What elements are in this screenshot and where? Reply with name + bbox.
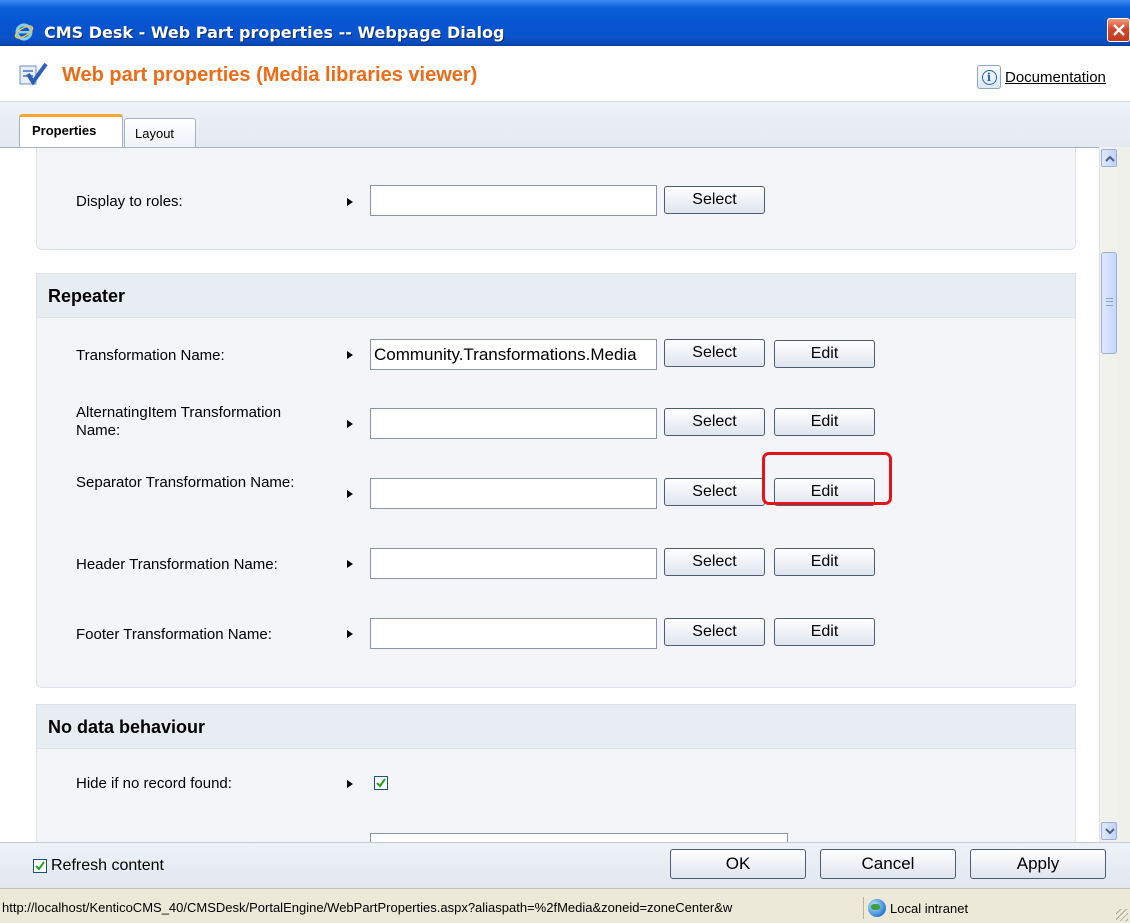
checkmark-icon bbox=[35, 861, 45, 871]
hide-if-no-record-label: Hide if no record found: bbox=[76, 775, 232, 792]
dialog-header: Web part properties (Media libraries vie… bbox=[0, 46, 1130, 102]
separator-transformation-select-button[interactable]: Select bbox=[664, 478, 765, 506]
tab-properties[interactable]: Properties bbox=[19, 114, 123, 148]
properties-content: Display to roles: Select Repeater Transf… bbox=[0, 147, 1099, 842]
chevron-up-icon bbox=[1105, 155, 1115, 162]
security-zone: Local intranet bbox=[868, 897, 968, 919]
close-button[interactable] bbox=[1107, 18, 1130, 42]
header-transformation-select-button[interactable]: Select bbox=[664, 548, 765, 576]
partial-field-input[interactable] bbox=[370, 833, 788, 842]
ok-button[interactable]: OK bbox=[670, 849, 806, 879]
scroll-down-button[interactable] bbox=[1101, 822, 1117, 840]
property-arrow-icon bbox=[347, 560, 353, 568]
documentation-link[interactable]: i Documentation bbox=[977, 65, 1106, 89]
scroll-up-button[interactable] bbox=[1101, 149, 1117, 167]
documentation-label: Documentation bbox=[1005, 68, 1106, 86]
separator-transformation-input[interactable] bbox=[370, 478, 657, 509]
no-data-heading: No data behaviour bbox=[37, 705, 1075, 749]
edit-button-highlight bbox=[762, 452, 892, 505]
alternating-transformation-input[interactable] bbox=[370, 408, 657, 439]
repeater-panel: Repeater Transformation Name: Community.… bbox=[36, 273, 1076, 688]
display-to-roles-select-button[interactable]: Select bbox=[664, 186, 765, 214]
footer-transformation-select-button[interactable]: Select bbox=[664, 618, 765, 646]
dialog-footer: Refresh content OK Cancel Apply bbox=[0, 842, 1130, 888]
header-transformation-label: Header Transformation Name: bbox=[76, 556, 278, 573]
scroll-thumb[interactable] bbox=[1101, 252, 1117, 354]
property-arrow-icon bbox=[347, 780, 353, 788]
page-title: Web part properties (Media libraries vie… bbox=[62, 64, 478, 86]
alternating-transformation-select-button[interactable]: Select bbox=[664, 408, 765, 436]
tab-layout[interactable]: Layout bbox=[124, 118, 196, 148]
status-bar: http://localhost/KenticoCMS_40/CMSDesk/P… bbox=[0, 888, 1130, 923]
chevron-down-icon bbox=[1105, 828, 1115, 835]
web-part-properties-icon bbox=[19, 62, 48, 86]
footer-transformation-input[interactable] bbox=[370, 618, 657, 649]
internet-explorer-icon bbox=[14, 23, 34, 41]
display-to-roles-label: Display to roles: bbox=[76, 193, 183, 210]
window-edge bbox=[1117, 147, 1130, 842]
refresh-content-label: Refresh content bbox=[51, 857, 164, 874]
tab-bar: Properties Layout bbox=[0, 102, 1130, 148]
globe-icon bbox=[868, 899, 886, 917]
transformation-name-label: Transformation Name: bbox=[76, 347, 225, 364]
property-arrow-icon bbox=[347, 420, 353, 428]
property-arrow-icon bbox=[347, 490, 353, 498]
checkmark-icon bbox=[376, 778, 386, 788]
hide-if-no-record-checkbox[interactable] bbox=[374, 776, 388, 790]
window-titlebar: CMS Desk - Web Part properties -- Webpag… bbox=[0, 0, 1130, 46]
property-arrow-icon bbox=[347, 198, 353, 206]
transformation-name-select-button[interactable]: Select bbox=[664, 339, 765, 367]
property-arrow-icon bbox=[347, 630, 353, 638]
apply-button[interactable]: Apply bbox=[970, 849, 1106, 879]
display-to-roles-input[interactable] bbox=[370, 185, 657, 216]
security-zone-label: Local intranet bbox=[890, 900, 969, 916]
resize-grip-icon[interactable] bbox=[1116, 909, 1128, 921]
refresh-content-toggle[interactable]: Refresh content bbox=[33, 857, 164, 875]
header-transformation-input[interactable] bbox=[370, 548, 657, 579]
refresh-content-checkbox[interactable] bbox=[33, 859, 47, 873]
info-icon: i bbox=[977, 65, 1001, 89]
footer-transformation-edit-button[interactable]: Edit bbox=[774, 618, 875, 646]
vertical-scrollbar[interactable] bbox=[1099, 147, 1117, 842]
status-url: http://localhost/KenticoCMS_40/CMSDesk/P… bbox=[2, 897, 864, 919]
alternating-transformation-label: AlternatingItem Transformation Name: bbox=[76, 404, 282, 439]
property-arrow-icon bbox=[347, 351, 353, 359]
visibility-panel: Display to roles: Select bbox=[36, 148, 1076, 250]
repeater-heading: Repeater bbox=[37, 274, 1075, 318]
transformation-name-edit-button[interactable]: Edit bbox=[774, 340, 875, 368]
window-title: CMS Desk - Web Part properties -- Webpag… bbox=[44, 23, 505, 42]
separator-transformation-label: Separator Transformation Name: bbox=[76, 474, 295, 491]
cancel-button[interactable]: Cancel bbox=[820, 849, 956, 879]
header-transformation-edit-button[interactable]: Edit bbox=[774, 548, 875, 576]
no-data-panel: No data behaviour Hide if no record foun… bbox=[36, 704, 1076, 842]
transformation-name-input[interactable]: Community.Transformations.Media bbox=[370, 339, 657, 370]
close-icon bbox=[1113, 24, 1125, 36]
footer-transformation-label: Footer Transformation Name: bbox=[76, 626, 272, 643]
alternating-transformation-edit-button[interactable]: Edit bbox=[774, 408, 875, 436]
